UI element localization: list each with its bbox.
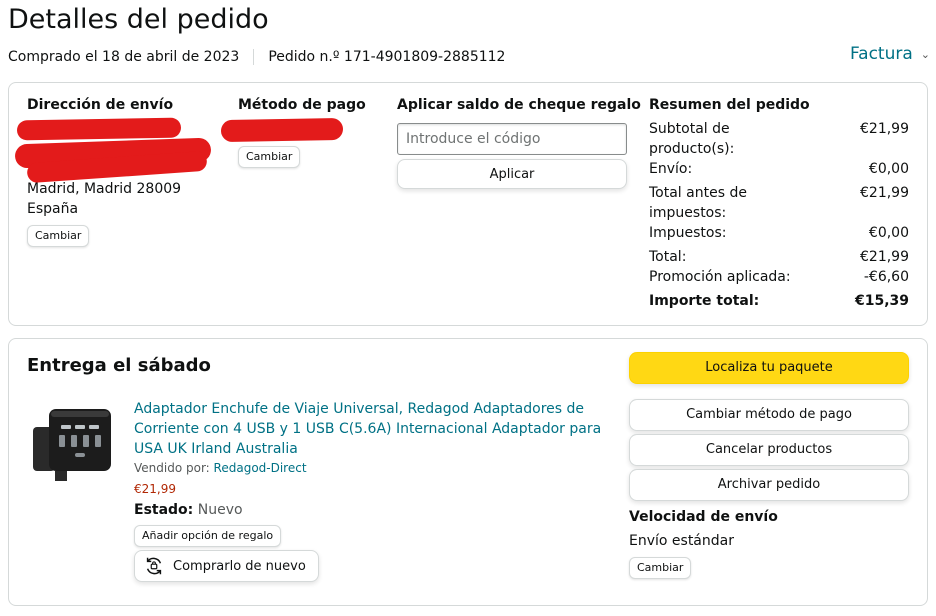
buy-again-icon bbox=[146, 557, 162, 575]
sold-by-label: Vendido por: bbox=[134, 461, 210, 475]
summary-value: €21,99 bbox=[860, 185, 909, 201]
product-title-link[interactable]: Adaptador Enchufe de Viaje Universal, Re… bbox=[134, 399, 604, 459]
page-title: Detalles del pedido bbox=[8, 4, 269, 35]
summary-value: €15,39 bbox=[854, 293, 909, 309]
summary-label: Total: bbox=[649, 249, 687, 265]
summary-label: Importe total: bbox=[649, 293, 760, 309]
summary-row-total: Total: €21,99 bbox=[649, 247, 909, 267]
order-meta: Comprado el 18 de abril de 2023 Pedido n… bbox=[8, 49, 505, 65]
address-city-line: Madrid, Madrid 28009 bbox=[27, 181, 182, 197]
shipping-speed-value: Envío estándar bbox=[629, 533, 734, 549]
summary-value: €21,99 bbox=[860, 121, 909, 137]
buy-again-button[interactable]: Comprarlo de nuevo bbox=[134, 550, 319, 582]
order-summary-card: Dirección de envío Madrid, Madrid 28009 … bbox=[8, 82, 928, 326]
summary-value: €0,00 bbox=[868, 161, 909, 177]
summary-label: Promoción aplicada: bbox=[649, 269, 791, 285]
cancel-items-button[interactable]: Cancelar productos bbox=[629, 434, 909, 466]
invoice-dropdown[interactable]: Factura ⌄ bbox=[850, 44, 930, 64]
track-package-button[interactable]: Localiza tu paquete bbox=[629, 352, 909, 384]
product-image[interactable] bbox=[31, 397, 125, 491]
summary-value: €0,00 bbox=[868, 225, 909, 241]
payment-method-heading: Método de pago bbox=[238, 97, 366, 113]
address-country: España bbox=[27, 201, 79, 217]
summary-row-pretax: Total antes de impuestos: €21,99 bbox=[649, 183, 909, 223]
archive-order-button[interactable]: Archivar pedido bbox=[629, 469, 909, 501]
summary-label: Total antes de impuestos: bbox=[649, 185, 747, 221]
purchase-date: Comprado el 18 de abril de 2023 bbox=[8, 49, 240, 65]
buy-again-label: Comprarlo de nuevo bbox=[173, 558, 306, 574]
seller-link[interactable]: Redagod-Direct bbox=[214, 461, 307, 475]
summary-label: Impuestos: bbox=[649, 225, 727, 241]
change-shipping-speed-button[interactable]: Cambiar bbox=[629, 557, 692, 579]
gift-code-input[interactable] bbox=[397, 123, 627, 155]
summary-row-subtotal: Subtotal de producto(s): €21,99 bbox=[649, 119, 909, 159]
summary-row-grand-total: Importe total: €15,39 bbox=[649, 291, 909, 311]
order-number: Pedido n.º 171-4901809-2885112 bbox=[268, 49, 506, 65]
invoice-label: Factura bbox=[849, 44, 913, 64]
apply-gift-button[interactable]: Aplicar bbox=[397, 159, 627, 189]
summary-value: €21,99 bbox=[860, 249, 909, 265]
change-payment-method-button[interactable]: Cambiar método de pago bbox=[629, 399, 909, 431]
gift-card-heading: Aplicar saldo de cheque regalo bbox=[397, 97, 641, 113]
state-value: Nuevo bbox=[197, 502, 243, 518]
chevron-down-icon: ⌄ bbox=[920, 47, 930, 61]
product-state: Estado: Nuevo bbox=[134, 500, 243, 520]
shipping-speed-heading: Velocidad de envío bbox=[629, 509, 778, 525]
order-summary-heading: Resumen del pedido bbox=[649, 97, 810, 113]
redacted-address-1 bbox=[16, 117, 182, 141]
summary-row-promotion: Promoción aplicada: -€6,60 bbox=[649, 267, 909, 287]
shipping-address-heading: Dirección de envío bbox=[27, 97, 174, 113]
redacted-payment bbox=[220, 117, 344, 143]
change-payment-button[interactable]: Cambiar bbox=[238, 146, 301, 168]
state-label: Estado: bbox=[134, 502, 194, 518]
summary-label: Envío: bbox=[649, 161, 693, 177]
summary-row-taxes: Impuestos: €0,00 bbox=[649, 223, 909, 243]
summary-row-shipping: Envío: €0,00 bbox=[649, 159, 909, 179]
delivery-card: Entrega el sábado Adaptador Enchufe de V… bbox=[8, 338, 928, 606]
sold-by: Vendido por: Redagod-Direct bbox=[134, 461, 307, 475]
summary-label: Subtotal de producto(s): bbox=[649, 121, 735, 157]
change-address-button[interactable]: Cambiar bbox=[27, 225, 90, 247]
summary-value: -€6,60 bbox=[863, 269, 909, 285]
add-gift-option-button[interactable]: Añadir opción de regalo bbox=[134, 525, 282, 547]
product-price: €21,99 bbox=[134, 482, 176, 496]
delivery-title: Entrega el sábado bbox=[27, 355, 211, 376]
meta-divider bbox=[253, 49, 255, 65]
